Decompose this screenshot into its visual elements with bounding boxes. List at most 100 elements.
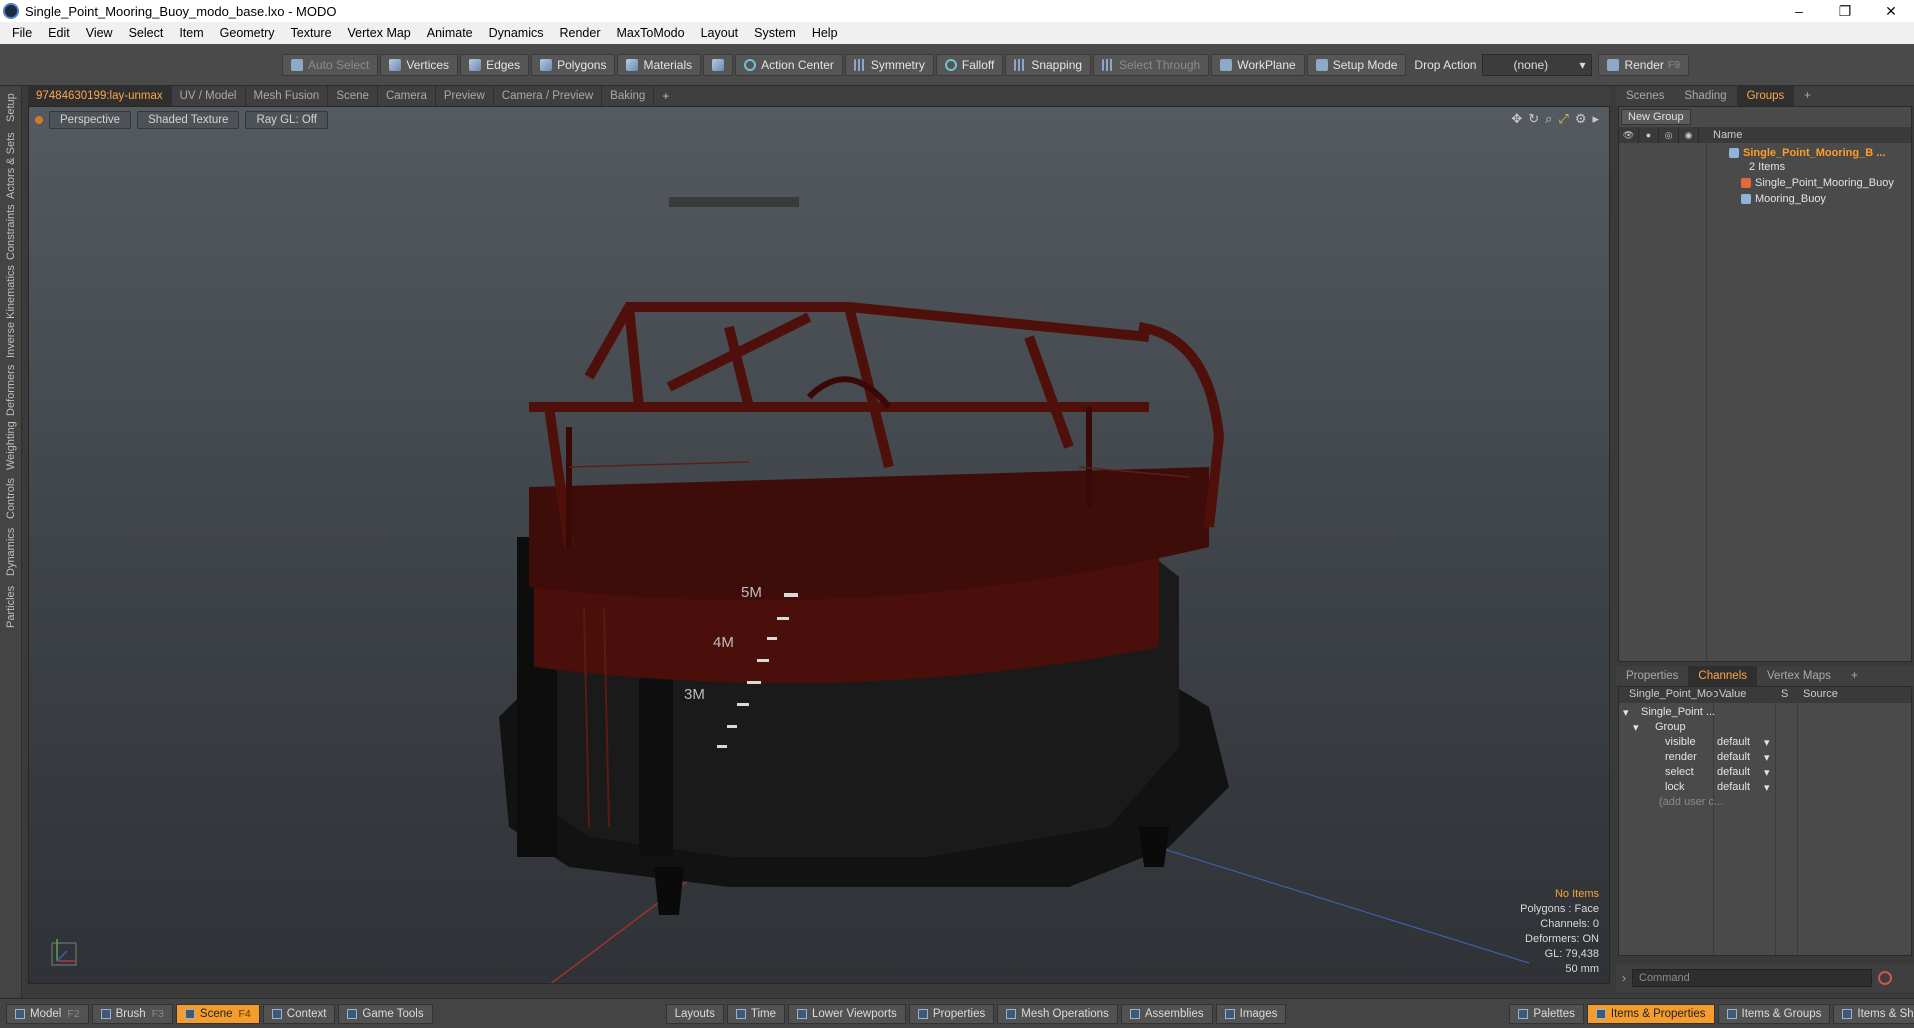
items-groups-button[interactable]: Items & Groups <box>1717 1003 1831 1024</box>
command-input[interactable]: Command <box>1632 969 1872 987</box>
command-history-icon[interactable] <box>1878 971 1892 985</box>
pan-icon[interactable]: ✥ <box>1511 111 1522 127</box>
tab-preview[interactable]: Preview <box>436 86 494 106</box>
layouts-button[interactable]: Layouts <box>665 1003 724 1024</box>
render-button[interactable]: Render F9 <box>1598 53 1690 76</box>
game-tools-button[interactable]: Game Tools <box>338 1003 433 1024</box>
vertices-button[interactable]: Vertices <box>380 53 459 76</box>
symmetry-button[interactable]: Symmetry <box>844 53 934 76</box>
menu-texture[interactable]: Texture <box>283 22 340 44</box>
add-props-tab-icon[interactable]: + <box>1841 666 1868 686</box>
mesh-operations-button[interactable]: Mesh Operations <box>997 1003 1118 1024</box>
settings-icon[interactable]: ⚙ <box>1575 111 1587 127</box>
items-properties-button[interactable]: Items & Properties <box>1586 1003 1715 1024</box>
images-button[interactable]: Images <box>1215 1003 1287 1024</box>
menu-maxtomodo[interactable]: MaxToModo <box>609 22 693 44</box>
channel-root-row[interactable]: ▾ Single_Point ... <box>1619 705 1911 721</box>
channel-row-render[interactable]: render default ▾ <box>1619 750 1911 766</box>
tab-dynamics[interactable]: Dynamics <box>0 526 22 578</box>
select-column-icon[interactable]: ◉ <box>1679 127 1699 143</box>
menu-geometry[interactable]: Geometry <box>212 22 283 44</box>
tab-constraints[interactable]: Constraints <box>0 204 22 260</box>
channel-value[interactable]: default <box>1717 781 1750 793</box>
drop-action-select[interactable]: (none) ▾ <box>1482 53 1593 76</box>
channel-value[interactable]: default <box>1717 766 1750 778</box>
close-button[interactable]: ✕ <box>1868 0 1914 22</box>
setup-mode-button[interactable]: Setup Mode <box>1306 53 1407 76</box>
properties-button[interactable]: Properties <box>908 1003 995 1024</box>
menu-view[interactable]: View <box>78 22 121 44</box>
tab-actors-sets[interactable]: Actors & Sets <box>0 132 22 200</box>
render-column-icon[interactable]: ● <box>1639 127 1659 143</box>
tab-layout-unmax[interactable]: 97484630199:lay-unmax <box>28 86 172 106</box>
menu-dynamics[interactable]: Dynamics <box>481 22 552 44</box>
tab-setup[interactable]: Setup <box>0 88 22 128</box>
add-user-channel-row[interactable]: (add user c... <box>1619 795 1911 811</box>
auto-select-button[interactable]: Auto Select <box>282 53 379 76</box>
tab-camera-preview[interactable]: Camera / Preview <box>494 86 603 106</box>
brush-button[interactable]: Brush F3 <box>91 1003 173 1024</box>
menu-edit[interactable]: Edit <box>40 22 78 44</box>
fit-icon[interactable]: ⤢ <box>1558 111 1568 127</box>
tab-deformers[interactable]: Deformers <box>0 364 22 416</box>
scene-button[interactable]: Scene F4 <box>175 1003 260 1024</box>
tab-channels[interactable]: Channels <box>1688 666 1758 686</box>
tab-mesh-fusion[interactable]: Mesh Fusion <box>246 86 329 106</box>
add-tab-icon[interactable]: + <box>654 89 677 103</box>
menu-vertex-map[interactable]: Vertex Map <box>340 22 419 44</box>
channel-row-select[interactable]: select default ▾ <box>1619 765 1911 781</box>
tab-baking[interactable]: Baking <box>602 86 655 106</box>
snapping-button[interactable]: Snapping <box>1005 53 1092 76</box>
edges-button[interactable]: Edges <box>460 53 530 76</box>
raygl-button[interactable]: Ray GL: Off <box>245 111 328 129</box>
collapse-arrow-icon[interactable]: ▾ <box>1623 706 1629 719</box>
chevron-down-icon[interactable]: ▾ <box>1764 751 1770 764</box>
rotate-icon[interactable]: ↻ <box>1528 111 1539 127</box>
tab-weighting[interactable]: Weighting <box>0 420 22 472</box>
menu-render[interactable]: Render <box>552 22 609 44</box>
tab-particles[interactable]: Particles <box>0 582 22 632</box>
tab-properties[interactable]: Properties <box>1616 666 1688 686</box>
materials-button[interactable]: Materials <box>617 53 702 76</box>
model-button[interactable]: Model F2 <box>6 1003 89 1024</box>
shading-button[interactable]: Shaded Texture <box>137 111 240 129</box>
chevron-down-icon[interactable]: ▾ <box>1764 766 1770 779</box>
restore-button[interactable]: ❐ <box>1822 0 1868 22</box>
channel-row-lock[interactable]: lock default ▾ <box>1619 780 1911 796</box>
tab-inverse-kinematics[interactable]: Inverse Kinematics <box>0 264 22 360</box>
context-button[interactable]: Context <box>262 1003 336 1024</box>
palettes-button[interactable]: Palettes <box>1509 1003 1584 1024</box>
channel-row-visible[interactable]: visible default ▾ <box>1619 735 1911 751</box>
lock-column-icon[interactable]: ◎ <box>1659 127 1679 143</box>
menu-animate[interactable]: Animate <box>419 22 481 44</box>
group-item-mooring-buoy-root[interactable]: Single_Point_Mooring_Buoy <box>1741 175 1894 191</box>
chevron-down-icon[interactable]: ▾ <box>1764 781 1770 794</box>
expand-icon[interactable]: ▸ <box>1592 111 1599 127</box>
chevron-down-icon[interactable]: ▾ <box>1764 736 1770 749</box>
minimize-button[interactable]: – <box>1776 0 1822 22</box>
collapse-arrow-icon[interactable]: ▾ <box>1633 721 1639 734</box>
channel-value[interactable]: default <box>1717 736 1750 748</box>
select-through-button[interactable]: Select Through <box>1093 53 1210 76</box>
viewport-options-icon[interactable] <box>35 116 43 124</box>
tab-shading[interactable]: Shading <box>1674 86 1736 106</box>
perspective-button[interactable]: Perspective <box>49 111 132 129</box>
channel-group-row[interactable]: ▾ Group <box>1619 720 1911 736</box>
menu-help[interactable]: Help <box>804 22 846 44</box>
channel-value[interactable]: default <box>1717 751 1750 763</box>
visibility-column-icon[interactable]: 👁 <box>1619 127 1639 143</box>
polygons-button[interactable]: Polygons <box>531 53 616 76</box>
action-center-button[interactable]: Action Center <box>735 53 843 76</box>
add-panel-tab-icon[interactable]: + <box>1794 86 1821 106</box>
new-group-button[interactable]: New Group <box>1621 109 1691 125</box>
menu-file[interactable]: File <box>4 22 40 44</box>
group-item-mooring-buoy-mesh[interactable]: Mooring_Buoy <box>1741 191 1826 207</box>
workplane-button[interactable]: WorkPlane <box>1211 53 1305 76</box>
tab-uv-model[interactable]: UV / Model <box>172 86 246 106</box>
select-mode-button[interactable] <box>703 53 734 76</box>
tab-vertex-maps[interactable]: Vertex Maps <box>1757 666 1841 686</box>
falloff-button[interactable]: Falloff <box>935 53 1004 76</box>
items-shading-button[interactable]: Items & Shading <box>1833 1003 1914 1024</box>
lower-viewports-button[interactable]: Lower Viewports <box>788 1003 906 1024</box>
zoom-icon[interactable]: ⌕ <box>1545 111 1552 127</box>
